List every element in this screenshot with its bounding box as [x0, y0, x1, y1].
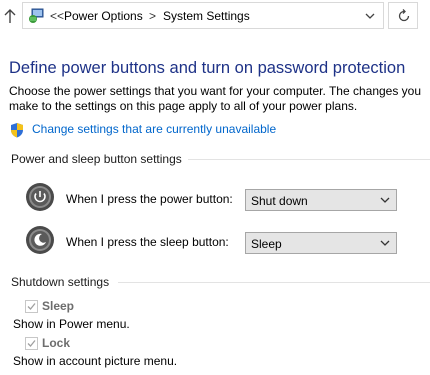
up-arrow-icon[interactable]: [2, 7, 18, 25]
power-button-action-value: Shut down: [251, 194, 308, 208]
control-panel-icon: [27, 7, 45, 25]
page-title: Define power buttons and turn on passwor…: [9, 59, 406, 77]
shutdown-heading: Shutdown settings: [11, 275, 110, 289]
section-divider: [188, 159, 430, 160]
page-description: Choose the power settings that you want …: [9, 84, 422, 113]
refresh-button[interactable]: [388, 2, 418, 29]
address-bar: << Power Options > System Settings: [0, 0, 430, 33]
sleep-button-label: When I press the sleep button:: [66, 235, 229, 249]
breadcrumb-overflow[interactable]: <<: [50, 9, 64, 23]
chevron-down-icon: [380, 197, 390, 203]
checkmark-icon: [27, 340, 36, 347]
sleep-button-action-select[interactable]: Sleep: [245, 232, 397, 254]
uac-shield-icon: [9, 122, 25, 138]
lock-checkbox-label: Lock: [42, 336, 71, 350]
sleep-option-description: Show in Power menu.: [13, 317, 130, 331]
section-divider: [118, 282, 430, 283]
sleep-checkbox[interactable]: [25, 300, 38, 313]
sleep-button-icon: [25, 225, 55, 255]
power-button-action-select[interactable]: Shut down: [245, 189, 397, 211]
lock-checkbox[interactable]: [25, 337, 38, 350]
refresh-icon: [398, 9, 410, 22]
lock-option-description: Show in account picture menu.: [13, 354, 178, 368]
chevron-down-icon[interactable]: [358, 4, 382, 28]
sleep-checkbox-label: Sleep: [42, 299, 75, 313]
checkmark-icon: [27, 303, 36, 310]
sleep-button-action-value: Sleep: [251, 237, 282, 251]
breadcrumb-power-options[interactable]: Power Options: [64, 9, 143, 23]
address-field[interactable]: << Power Options > System Settings: [22, 2, 384, 29]
breadcrumb-separator[interactable]: >: [149, 9, 156, 23]
power-sleep-heading: Power and sleep button settings: [11, 152, 182, 166]
breadcrumb-system-settings[interactable]: System Settings: [163, 9, 250, 23]
change-unavailable-settings-link[interactable]: Change settings that are currently unava…: [32, 122, 276, 136]
power-button-label: When I press the power button:: [66, 192, 233, 206]
power-button-icon: [25, 182, 55, 212]
chevron-down-icon: [380, 240, 390, 246]
